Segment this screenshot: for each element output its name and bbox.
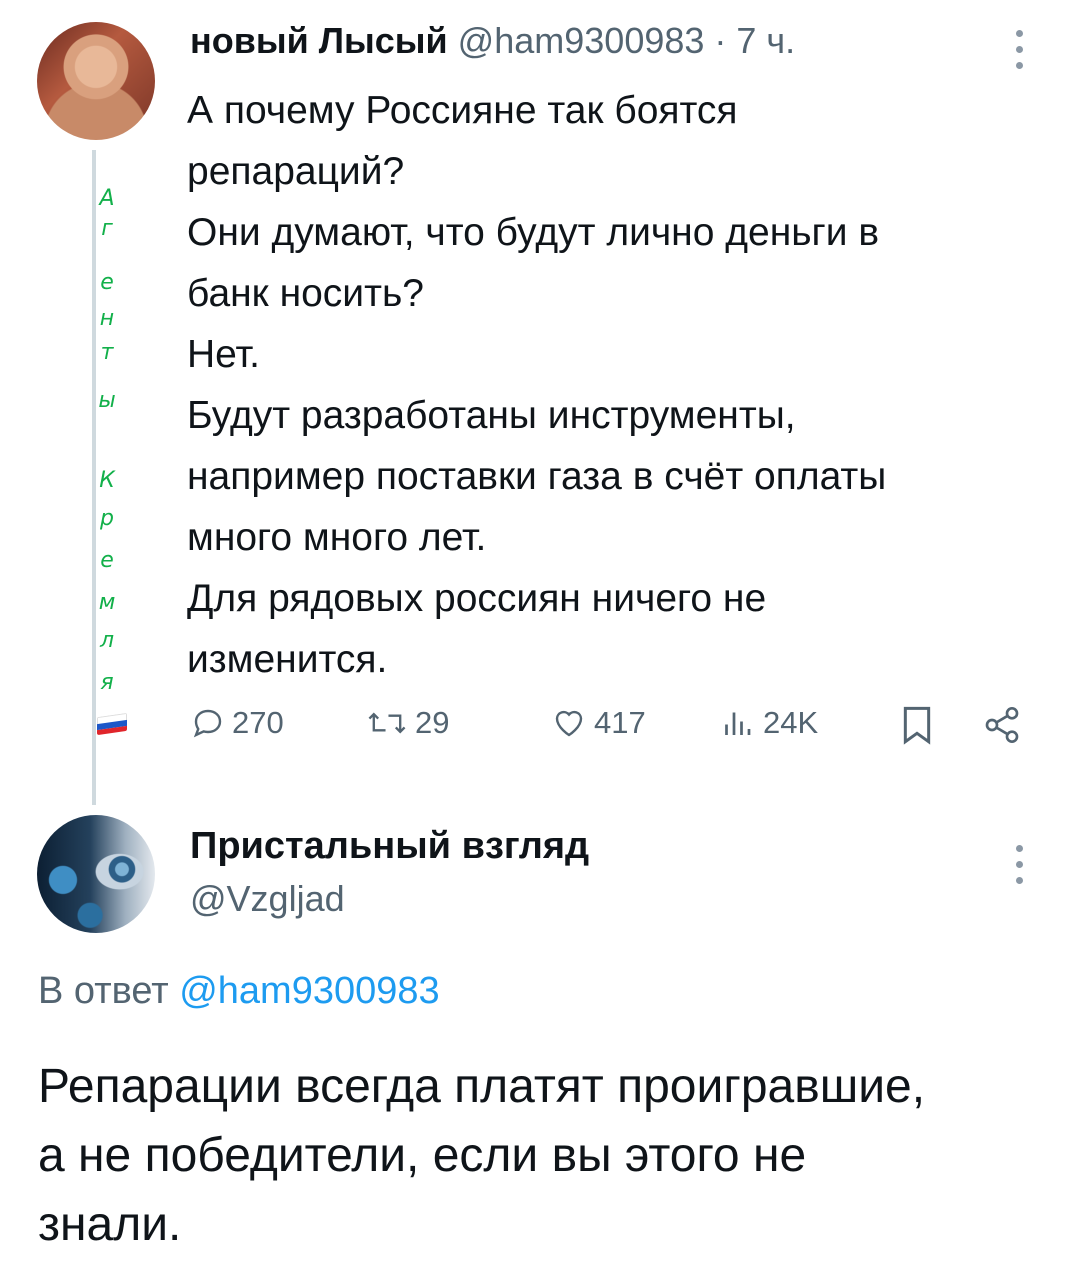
like-button[interactable]: 417 [550,705,646,741]
tweet-line: А почему Россияне так боятся [187,89,738,132]
retweet-icon [368,712,406,734]
tweet-line: Репарации всегда платят проигравшие, [38,1060,926,1113]
tweet-line: например поставки газа в счёт оплаты [187,455,887,498]
reply-prefix: В ответ [38,970,180,1012]
tweet-line: знали. [38,1198,182,1251]
reply-context: В ответ @ham9300983 [38,970,440,1013]
tweet-line: Для рядовых россиян ничего не [187,577,767,620]
tweet-line: изменится. [187,638,388,681]
tweet-line: Нет. [187,333,260,376]
reply-count: 270 [232,705,284,740]
label-letter: н [99,306,115,331]
tweet-line: репараций? [187,150,405,193]
label-letter: т [100,340,114,365]
tweet-line: Они думают, что будут лично деньги в [187,211,880,254]
like-count: 417 [594,705,646,740]
label-letter: А [99,186,115,211]
reply-button[interactable]: 270 [190,705,284,741]
label-letter: м [98,590,116,615]
share-icon [985,707,1019,743]
tweet-text: Репарации всегда платят проигравшие, а н… [38,1052,1058,1259]
views-count: 24K [763,705,819,740]
author-handle[interactable]: @ham9300983 [458,20,705,61]
label-letter: К [99,468,115,493]
label-letter: р [100,506,114,531]
label-letter: ы [98,388,116,413]
reply-mention-link[interactable]: @ham9300983 [179,970,439,1012]
like-icon [555,710,583,737]
tweet-text: А почему Россияне так боятся репараций? … [187,80,1037,690]
label-letter: е [100,548,114,573]
reply-icon [193,709,222,738]
tweet-line: банк носить? [187,272,424,315]
bookmark-button[interactable] [900,705,934,750]
share-button[interactable] [982,705,1022,750]
author-name[interactable]: новый Лысый [190,20,448,61]
more-icon[interactable] [1016,845,1024,893]
views-icon [725,712,751,735]
author-name[interactable]: Пристальный взгляд [190,825,589,868]
tweet-line: Будут разработаны инструменты, [187,394,796,437]
label-letter: е [100,270,114,295]
retweet-count: 29 [415,705,450,740]
retweet-button[interactable]: 29 [365,705,449,741]
bookmark-icon [903,706,931,745]
avatar[interactable] [37,815,155,933]
more-icon[interactable] [1016,30,1024,78]
tweet-header: новый Лысый @ham9300983 · 7 ч. [190,20,795,62]
russian-flag-icon [97,712,127,736]
label-letter: г [101,216,113,241]
timestamp[interactable]: · 7 ч. [704,20,795,61]
tweet-line: а не победители, если вы этого не [38,1129,807,1182]
label-letter: я [100,670,114,695]
label-letter: л [99,628,115,653]
tweet-line: много много лет. [187,516,487,559]
author-handle[interactable]: @Vzgljad [190,878,345,920]
avatar[interactable] [37,22,155,140]
views-button[interactable]: 24K [717,705,818,741]
